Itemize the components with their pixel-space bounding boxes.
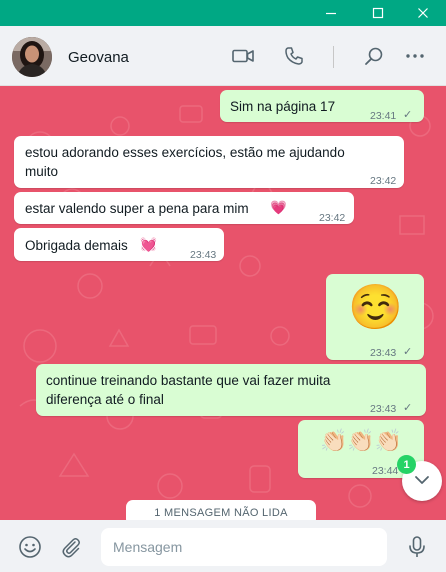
minimize-icon[interactable] [308, 0, 354, 26]
sent-check-icon: ✓ [403, 346, 413, 358]
message-time: 23:43 [370, 347, 397, 359]
more-options-icon[interactable] [402, 43, 428, 69]
message-emoji: 👏🏻👏🏻👏🏻 [320, 428, 403, 453]
message-time: 23:44 [372, 465, 399, 477]
unread-count-badge: 1 [397, 455, 416, 474]
message-time: 23:43 [190, 249, 217, 261]
sent-check-icon: ✓ [403, 402, 413, 414]
message-input[interactable] [101, 528, 387, 566]
message-time: 23:42 [370, 175, 397, 187]
message-text: estar valendo super a pena para mim [25, 201, 249, 216]
maximize-icon[interactable] [355, 0, 401, 26]
attach-icon[interactable] [58, 534, 84, 560]
search-icon[interactable] [361, 43, 387, 69]
message-outgoing[interactable]: Sim na página 17 23:41 ✓ [220, 90, 424, 122]
phone-icon[interactable] [281, 43, 307, 69]
message-text: Sim na página 17 [230, 99, 336, 114]
message-time: 23:43 [370, 403, 397, 415]
chevron-down-icon [414, 472, 430, 490]
header-divider [333, 46, 334, 68]
close-icon[interactable] [400, 0, 446, 26]
message-emoji: 💗 [270, 200, 287, 215]
message-emoji: 💓 [140, 237, 157, 252]
video-call-icon[interactable] [230, 43, 256, 69]
emoji-icon[interactable] [17, 534, 43, 560]
message-time: 23:42 [319, 212, 346, 224]
message-text: Obrigada demais [25, 238, 128, 253]
message-composer [0, 520, 446, 572]
sent-check-icon: ✓ [403, 109, 413, 121]
message-incoming[interactable]: estou adorando esses exercícios, estão m… [14, 136, 404, 188]
microphone-icon[interactable] [404, 534, 430, 560]
window-title-bar [0, 0, 446, 26]
message-incoming[interactable]: Obrigada demais 💓 23:43 [14, 228, 224, 261]
message-text: continue treinando bastante que vai faze… [46, 373, 331, 407]
message-time: 23:41 [370, 110, 397, 122]
message-text: estou adorando esses exercícios, estão m… [25, 145, 345, 179]
message-outgoing[interactable]: ☺️ 23:43 ✓ [326, 274, 424, 360]
avatar[interactable] [12, 37, 52, 77]
message-outgoing[interactable]: continue treinando bastante que vai faze… [36, 364, 426, 416]
chat-area[interactable]: Sim na página 17 23:41 ✓ estou adorando … [0, 86, 446, 520]
message-incoming[interactable]: estar valendo super a pena para mim 💗 23… [14, 192, 354, 224]
chat-header: Geovana [0, 26, 446, 86]
contact-name[interactable]: Geovana [68, 49, 129, 66]
message-emoji: ☺️ [348, 283, 403, 332]
